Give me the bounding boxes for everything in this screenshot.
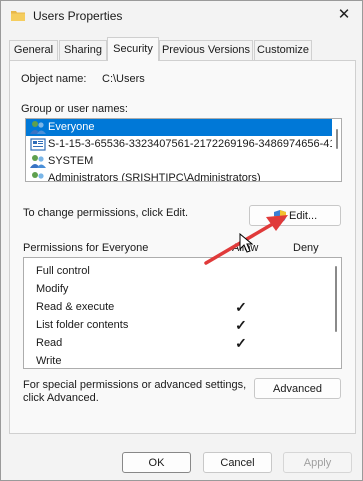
security-tab-panel: Object name: C:\Users Group or user name… [9,60,356,434]
window-title: Users Properties [33,9,123,23]
group-name: Administrators (SRISHTIPC\Administrators… [48,172,261,182]
permission-row: Modify [24,280,324,298]
dialog-button-bar: OK Cancel Apply [1,436,362,480]
group-row-administrators[interactable]: Administrators (SRISHTIPC\Administrators… [26,170,332,182]
permissions-label: Permissions for Everyone [23,242,149,254]
advanced-button[interactable]: Advanced [254,378,341,399]
permission-name: Read & execute [36,301,115,313]
permission-name: Write [36,355,62,367]
permission-name: Read [36,337,63,349]
tab-security[interactable]: Security [107,37,159,61]
permissions-list: Full control Modify Read & execute ✓ Lis… [23,257,342,369]
cancel-button[interactable]: Cancel [203,452,272,473]
allow-check-icon: ✓ [235,335,247,351]
group-row-system[interactable]: SYSTEM [26,153,332,170]
permissions-scrollbar[interactable] [335,266,337,332]
users-group-icon [30,121,46,134]
allow-check-icon: ✓ [235,317,247,333]
group-name: S-1-15-3-65536-3323407561-2172269196-348… [48,138,332,150]
object-name-value: C:\Users [102,73,145,85]
allow-check-icon: ✓ [235,299,247,315]
properties-window: Users Properties ✕ General Sharing Secur… [0,0,363,481]
tab-sharing[interactable]: Sharing [59,40,107,60]
advanced-text-line1: For special permissions or advanced sett… [23,379,247,391]
change-permissions-text: To change permissions, click Edit. [23,207,189,219]
deny-column-header: Deny [293,242,319,254]
group-row-everyone[interactable]: Everyone [26,119,332,136]
apply-button[interactable]: Apply [283,452,352,473]
ok-button[interactable]: OK [122,452,191,473]
permission-row: Read ✓ [24,334,324,352]
permission-row: Write [24,352,324,368]
users-group-icon [32,172,44,179]
tab-general[interactable]: General [9,40,58,60]
groups-listbox[interactable]: Everyone S-1-15-3-65536-3323407561-21722… [25,118,342,182]
permission-row: List folder contents ✓ [24,316,324,334]
tab-previous-versions[interactable]: Previous Versions [159,40,253,60]
title-bar[interactable]: Users Properties ✕ [1,1,362,31]
folder-icon [11,11,25,21]
mouse-cursor-icon [239,233,253,253]
tab-customize[interactable]: Customize [254,40,312,60]
users-group-icon [30,155,46,168]
permission-row: Read & execute ✓ [24,298,324,316]
permission-name: List folder contents [36,319,129,331]
close-button[interactable]: ✕ [336,7,352,23]
group-name: SYSTEM [48,155,94,167]
permission-name: Modify [36,283,69,295]
advanced-text-line2: click Advanced. [23,392,99,404]
object-name-label: Object name: [21,73,87,85]
groups-label: Group or user names: [21,103,128,115]
group-name: Everyone [48,121,95,133]
sid-icon [30,138,46,151]
group-row-sid[interactable]: S-1-15-3-65536-3323407561-2172269196-348… [26,136,332,153]
permission-name: Full control [36,265,90,277]
groups-scrollbar[interactable] [336,129,338,149]
